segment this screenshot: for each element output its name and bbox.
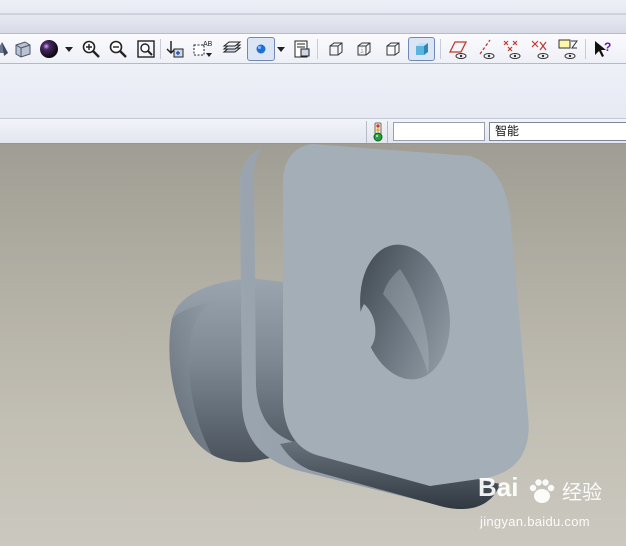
annotation-display-icon[interactable]: AB [191, 37, 215, 61]
display-style-icon[interactable] [247, 37, 275, 61]
baidu-watermark: Bai 经验 jingyan.baidu.com [478, 472, 624, 532]
refit-icon[interactable] [134, 37, 158, 61]
context-help-icon[interactable]: ? [590, 37, 614, 61]
hidden-line-icon[interactable] [352, 37, 376, 61]
svg-text:AB: AB [203, 41, 213, 48]
chevron-down-icon[interactable] [276, 37, 286, 61]
divider [585, 39, 586, 59]
watermark-url: jingyan.baidu.com [480, 514, 590, 529]
chevron-down-icon[interactable] [64, 37, 74, 61]
divider [0, 13, 626, 15]
wireframe-icon[interactable] [324, 37, 348, 61]
coordinate-systems-icon[interactable] [528, 37, 552, 61]
datum-points-icon[interactable] [500, 37, 524, 61]
watermark-brand: Bai [478, 472, 519, 502]
view-toolbar: AB ? [0, 34, 626, 64]
annotations-icon[interactable] [556, 37, 580, 61]
selection-filter-select[interactable]: 智能 [489, 122, 626, 141]
svg-text:?: ? [604, 40, 611, 54]
datum-planes-icon[interactable] [446, 37, 470, 61]
watermark-brand-cn: 经验 [562, 480, 602, 504]
appearance-sphere-icon[interactable] [37, 37, 61, 61]
ribbon-area [0, 64, 626, 118]
paw-logo-icon [527, 476, 557, 509]
datum-axes-icon[interactable] [474, 37, 498, 61]
layers-icon[interactable] [220, 37, 244, 61]
divider [160, 39, 161, 59]
regen-status-icon[interactable] [366, 121, 388, 143]
datum-display-icon[interactable] [163, 37, 187, 61]
zoom-in-icon[interactable] [79, 37, 103, 61]
divider [440, 39, 441, 59]
shading-icon[interactable] [408, 37, 435, 61]
zoom-out-icon[interactable] [106, 37, 130, 61]
view-manager-icon[interactable] [290, 37, 314, 61]
status-bar: 智能 [0, 118, 626, 144]
window-title-strip [0, 0, 626, 34]
saved-views-icon[interactable] [11, 37, 35, 61]
message-field [393, 122, 485, 141]
divider [317, 39, 318, 59]
no-hidden-icon[interactable] [381, 37, 405, 61]
